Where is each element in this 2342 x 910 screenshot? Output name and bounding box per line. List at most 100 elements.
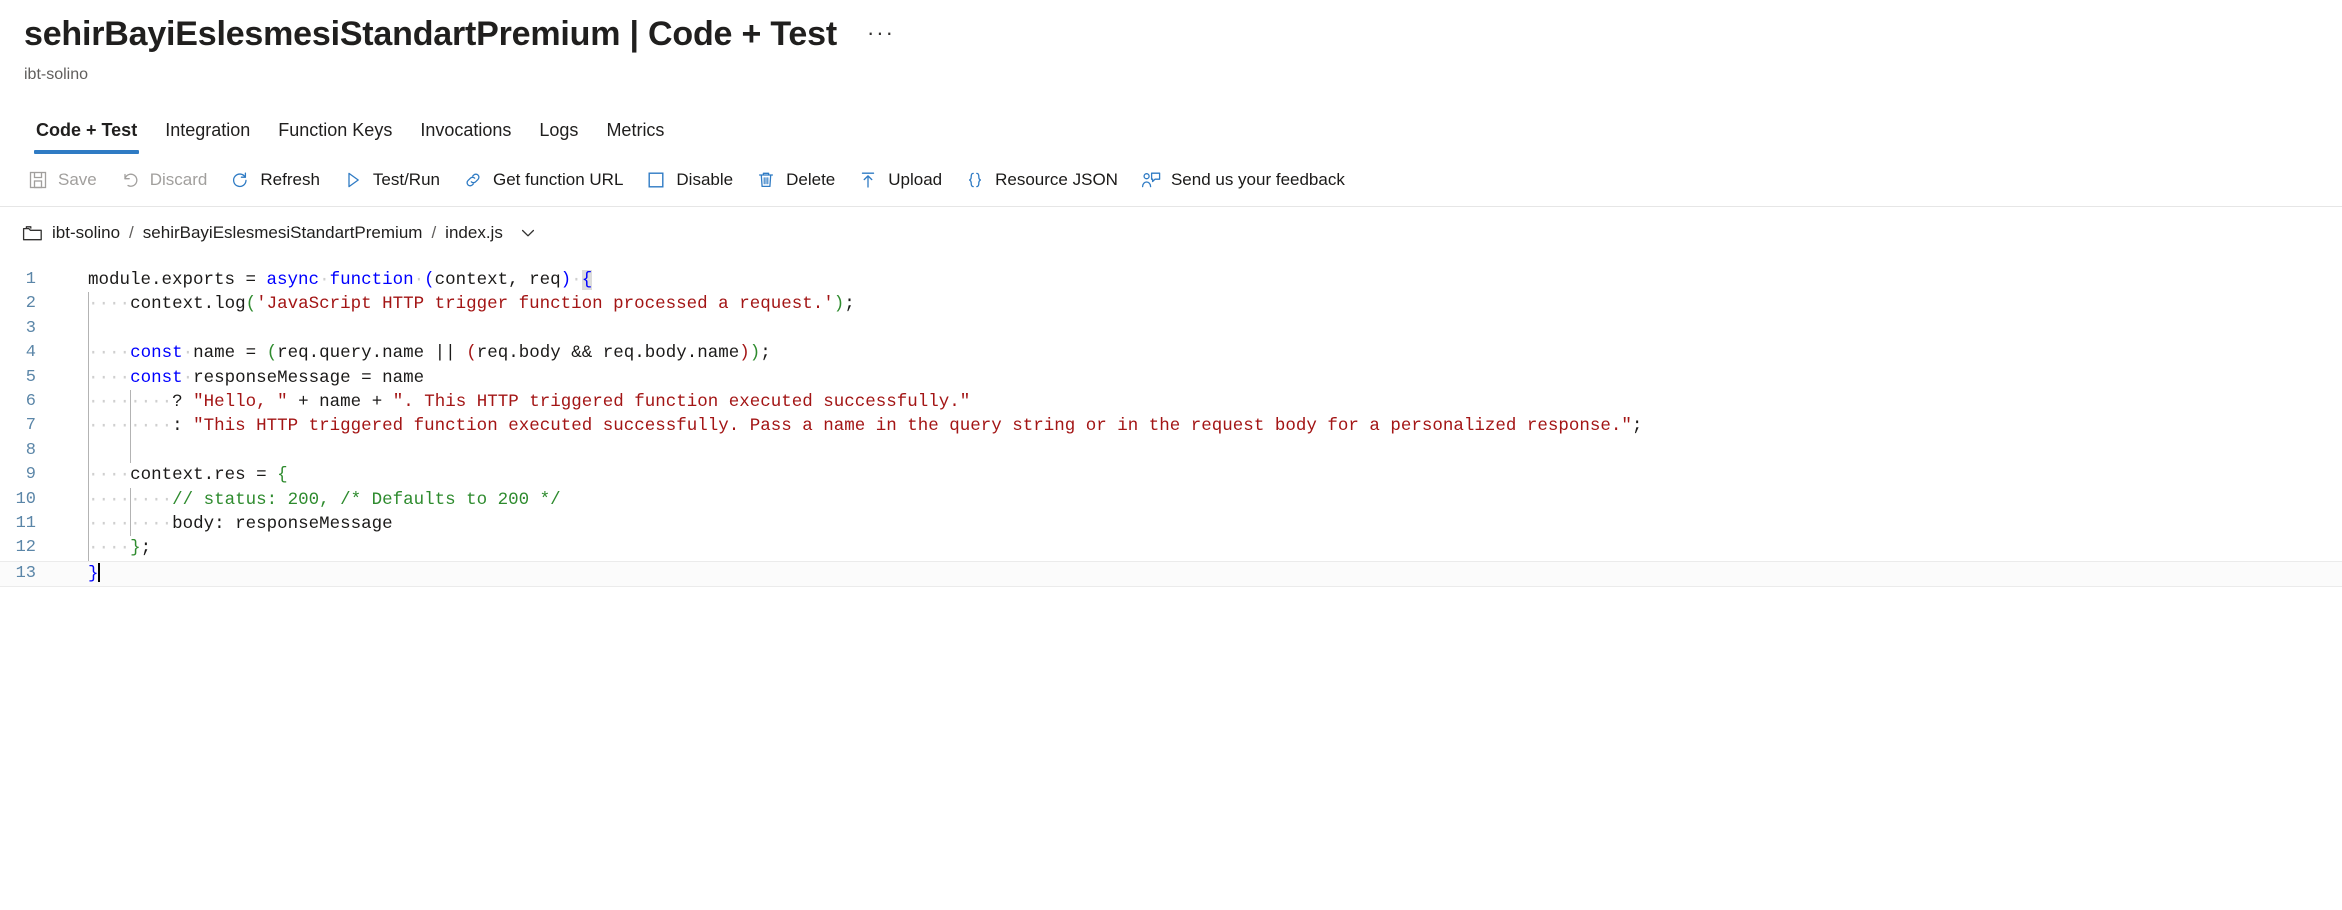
whitespace-dot: · xyxy=(140,513,152,534)
discard-label: Discard xyxy=(149,170,208,189)
test-run-button[interactable]: Test/Run xyxy=(331,160,451,200)
discard-button[interactable]: Discard xyxy=(108,160,219,200)
code-line-content: ····context.res = { xyxy=(62,463,2342,488)
tab-function-keys[interactable]: Function Keys xyxy=(264,118,406,154)
upload-button[interactable]: Upload xyxy=(846,160,953,200)
whitespace-dot: · xyxy=(140,391,152,412)
indent-guide xyxy=(130,414,132,439)
code-token: = xyxy=(361,367,383,388)
code-line[interactable]: 13} xyxy=(0,560,2342,588)
indent-guide xyxy=(88,292,89,317)
code-token: "Hello, " xyxy=(193,391,288,412)
code-token: name xyxy=(193,343,246,364)
resource-json-button[interactable]: Resource JSON xyxy=(953,160,1129,200)
link-icon xyxy=(462,169,484,191)
tab-logs[interactable]: Logs xyxy=(525,118,592,154)
save-button[interactable]: Save xyxy=(16,160,108,200)
code-line[interactable]: 12 ····}; xyxy=(0,536,2342,561)
whitespace-dot: · xyxy=(161,513,173,534)
code-line[interactable]: 8 xyxy=(0,438,2342,464)
breadcrumb-item-file[interactable]: index.js xyxy=(445,223,503,243)
whitespace-dot: · xyxy=(109,391,120,412)
code-line-content: ····context.log('JavaScript HTTP trigger… xyxy=(62,292,2342,317)
code-line[interactable]: 7 ········: "This HTTP triggered function… xyxy=(0,414,2342,439)
play-icon xyxy=(342,169,364,191)
disable-button[interactable]: Disable xyxy=(634,160,744,200)
code-token: ? xyxy=(172,391,194,412)
code-line[interactable]: 6 ········? "Hello, " + name + ". This HT… xyxy=(0,389,2342,415)
whitespace-dot: · xyxy=(119,367,131,388)
code-token: ; xyxy=(760,343,771,364)
code-line[interactable]: 9 ····context.res = { xyxy=(0,463,2342,488)
code-line-content: ········? "Hello, " + name + ". This HTT… xyxy=(62,389,2342,415)
code-token: ". This HTTP triggered function executed… xyxy=(392,391,971,412)
refresh-icon xyxy=(229,169,251,191)
whitespace-dot: · xyxy=(119,416,131,437)
indent-guide xyxy=(88,389,89,415)
whitespace-dot: · xyxy=(151,489,162,510)
delete-button[interactable]: Delete xyxy=(744,160,846,200)
code-token: function xyxy=(329,270,414,290)
code-token: ) xyxy=(833,294,845,315)
whitespace-dot: · xyxy=(98,367,110,388)
indent-guide xyxy=(88,511,89,537)
tab-invocations[interactable]: Invocations xyxy=(406,118,525,154)
text-cursor xyxy=(97,562,100,582)
code-token: const xyxy=(130,367,183,388)
braces-icon xyxy=(964,169,986,191)
test-run-label: Test/Run xyxy=(372,170,440,189)
code-token: body: xyxy=(172,513,236,534)
code-line[interactable]: 4 ····const·name = (req.query.name || (re… xyxy=(0,341,2342,366)
folder-icon xyxy=(22,224,43,242)
breadcrumb-item-function[interactable]: sehirBayiEslesmesiStandartPremium xyxy=(143,223,423,243)
code-line[interactable]: 2 ····context.log('JavaScript HTTP trigge… xyxy=(0,292,2342,317)
whitespace-dot: · xyxy=(109,416,120,437)
tab-integration[interactable]: Integration xyxy=(151,118,264,154)
code-token: ) xyxy=(739,343,750,364)
code-token: { xyxy=(581,270,593,290)
line-number: 5 xyxy=(25,367,36,387)
code-line[interactable]: 1 module.exports = async·function·(contex… xyxy=(0,268,2342,292)
whitespace-dot: · xyxy=(161,416,173,437)
tab-metrics[interactable]: Metrics xyxy=(592,118,678,154)
code-line-content: ····const·name = (req.query.name || (req… xyxy=(62,341,2342,366)
code-line-content: ········// status: 200, /* Defaults to 2… xyxy=(62,487,2342,512)
whitespace-dot: · xyxy=(109,513,120,534)
whitespace-dot: · xyxy=(151,513,162,534)
code-line[interactable]: 10 ········// status: 200, /* Defaults to… xyxy=(0,487,2342,512)
line-number: 11 xyxy=(15,513,36,533)
whitespace-dot: · xyxy=(88,465,99,486)
upload-label: Upload xyxy=(888,170,943,189)
code-token: responseMessage xyxy=(235,513,393,534)
code-line-content xyxy=(62,438,2342,464)
code-token: · xyxy=(571,270,582,290)
whitespace-dot: · xyxy=(130,489,141,510)
whitespace-dot: · xyxy=(119,294,131,315)
more-options-ellipsis[interactable]: ··· xyxy=(867,11,895,55)
code-line[interactable]: 11 ········body: responseMessage xyxy=(0,511,2342,537)
code-line[interactable]: 3 xyxy=(0,316,2342,342)
whitespace-dot: · xyxy=(119,538,131,559)
breadcrumb-item-resource-group[interactable]: ibt-solino xyxy=(52,223,120,243)
whitespace-dot: · xyxy=(151,416,162,437)
code-line[interactable]: 5 ····const·responseMessage = name xyxy=(0,365,2342,390)
code-token: // status: 200, /* Defaults to 200 */ xyxy=(172,489,561,510)
code-token: name xyxy=(382,367,425,388)
get-function-url-button[interactable]: Get function URL xyxy=(451,160,634,200)
whitespace-dot: · xyxy=(88,343,99,364)
get-function-url-label: Get function URL xyxy=(493,170,624,189)
indent-guide xyxy=(130,487,132,512)
page-title: sehirBayiEslesmesiStandartPremium | Code… xyxy=(24,15,837,53)
save-label: Save xyxy=(58,170,97,189)
code-editor[interactable]: 1 module.exports = async·function·(contex… xyxy=(0,259,2342,588)
whitespace-dot: · xyxy=(119,465,131,486)
discard-icon xyxy=(119,169,141,191)
indent-guide xyxy=(88,316,89,342)
chevron-down-icon[interactable] xyxy=(518,223,538,243)
code-token: ; xyxy=(844,294,855,315)
send-feedback-button[interactable]: Send us your feedback xyxy=(1129,160,1356,200)
line-number: 1 xyxy=(25,270,36,289)
code-line-content: ········: "This HTTP triggered function … xyxy=(62,414,2342,439)
tab-code-test[interactable]: Code + Test xyxy=(22,118,151,154)
refresh-button[interactable]: Refresh xyxy=(218,160,331,200)
